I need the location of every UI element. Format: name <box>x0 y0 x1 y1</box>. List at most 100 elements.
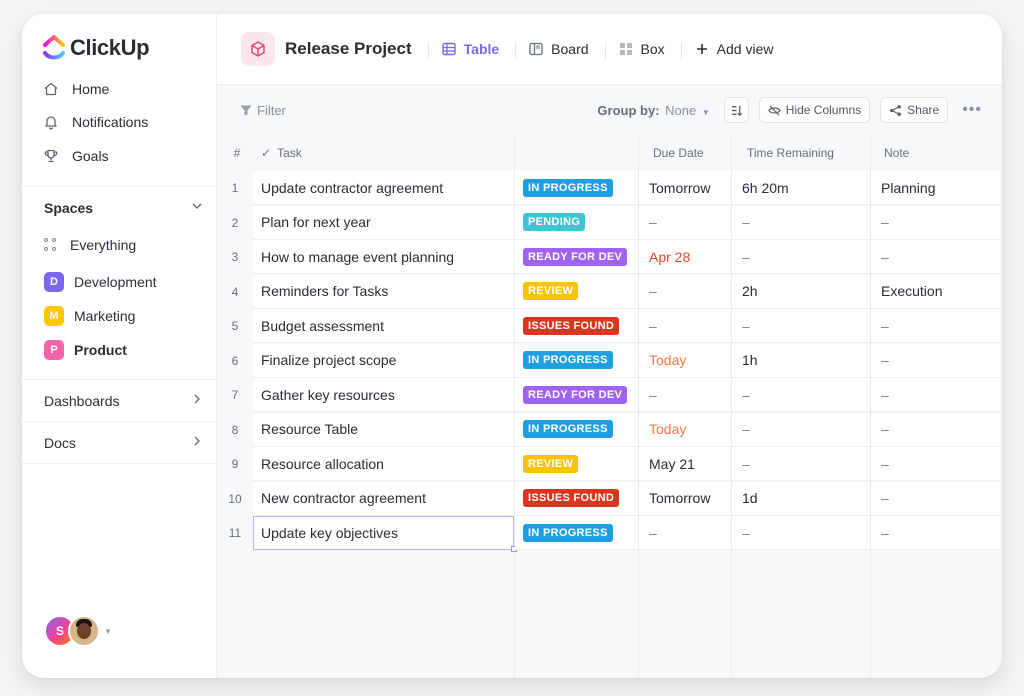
time-remaining-cell[interactable]: – <box>732 205 870 240</box>
task-cell[interactable]: Finalize project scope <box>253 343 514 378</box>
chevron-down-icon[interactable] <box>190 199 204 216</box>
time-remaining-cell[interactable]: 6h 20m <box>732 171 870 205</box>
sort-button[interactable] <box>723 97 749 123</box>
space-development[interactable]: D Development <box>44 272 157 292</box>
due-date-cell[interactable]: Apr 28 <box>639 240 731 274</box>
note-cell[interactable]: – <box>871 412 1000 447</box>
space-marketing[interactable]: M Marketing <box>44 306 135 326</box>
table-row[interactable]: 4 Reminders for Tasks REVIEW – 2h Execution <box>217 274 1002 309</box>
note-cell[interactable]: Execution <box>871 274 1000 309</box>
add-view-button[interactable]: Add view <box>680 41 773 60</box>
time-remaining-cell[interactable]: – <box>732 309 870 343</box>
task-cell[interactable]: Resource allocation <box>253 447 514 481</box>
status-badge[interactable]: IN PROGRESS <box>523 523 613 542</box>
table-row[interactable]: 1 Update contractor agreement IN PROGRESS T… <box>217 171 1002 205</box>
time-remaining-cell[interactable]: – <box>732 378 870 412</box>
status-cell[interactable]: ISSUES FOUND <box>515 309 638 343</box>
time-remaining-cell[interactable]: – <box>732 412 870 447</box>
table-row[interactable]: 11 Update key objectives IN PROGRESS – – – <box>217 516 1002 552</box>
table-row[interactable]: 3 How to manage event planning READY FOR D… <box>217 240 1002 274</box>
task-cell[interactable]: New contractor agreement <box>253 481 514 516</box>
sidebar-docs[interactable]: Docs <box>44 434 204 451</box>
due-date-cell[interactable]: May 21 <box>639 447 731 481</box>
column-header-due-date[interactable]: Due Date <box>653 135 704 171</box>
note-cell[interactable]: – <box>871 240 1000 274</box>
due-date-cell[interactable]: Tomorrow <box>639 481 731 516</box>
time-remaining-cell[interactable]: 2h <box>732 274 870 309</box>
note-cell[interactable]: – <box>871 309 1000 343</box>
due-date-cell[interactable]: – <box>639 274 731 309</box>
table-row[interactable]: 10 New contractor agreement ISSUES FOUND To… <box>217 481 1002 516</box>
status-cell[interactable]: IN PROGRESS <box>515 343 638 378</box>
table-row[interactable]: 7 Gather key resources READY FOR DEV – – – <box>217 378 1002 412</box>
due-date-cell[interactable]: – <box>639 378 731 412</box>
nav-notifications[interactable]: Notifications <box>42 113 148 131</box>
note-cell[interactable]: – <box>871 205 1000 240</box>
time-remaining-cell[interactable]: – <box>732 516 870 550</box>
note-cell[interactable]: – <box>871 481 1000 516</box>
nav-goals[interactable]: Goals <box>42 147 109 165</box>
status-badge[interactable]: READY FOR DEV <box>523 385 628 404</box>
table-row[interactable]: 6 Finalize project scope IN PROGRESS Today 1… <box>217 343 1002 378</box>
note-cell[interactable]: – <box>871 343 1000 378</box>
due-date-cell[interactable]: – <box>639 309 731 343</box>
status-badge[interactable]: IN PROGRESS <box>523 420 613 438</box>
note-cell[interactable]: – <box>871 516 1000 550</box>
status-cell[interactable]: READY FOR DEV <box>515 240 638 274</box>
spaces-header[interactable]: Spaces <box>44 199 204 216</box>
task-cell[interactable]: Budget assessment <box>253 309 514 343</box>
task-cell[interactable]: Reminders for Tasks <box>253 274 514 309</box>
task-cell[interactable]: Gather key resources <box>253 378 514 412</box>
task-cell[interactable]: Plan for next year <box>253 205 514 240</box>
space-everything[interactable]: Everything <box>44 237 136 253</box>
filter-button[interactable]: Filter <box>239 103 286 118</box>
status-badge[interactable]: ISSUES FOUND <box>523 316 620 335</box>
due-date-cell[interactable]: Today <box>639 412 731 447</box>
task-cell[interactable]: Update contractor agreement <box>253 171 514 205</box>
column-header-time-remaining[interactable]: Time Remaining <box>747 135 834 171</box>
status-badge[interactable]: IN PROGRESS <box>523 351 613 369</box>
column-header-task[interactable]: ✓ Task <box>261 135 302 171</box>
status-cell[interactable]: READY FOR DEV <box>515 378 638 412</box>
time-remaining-cell[interactable]: – <box>732 240 870 274</box>
time-remaining-cell[interactable]: 1h <box>732 343 870 378</box>
status-badge[interactable]: REVIEW <box>523 454 579 473</box>
status-cell[interactable]: IN PROGRESS <box>515 171 638 205</box>
note-cell[interactable]: – <box>871 447 1000 481</box>
table-row[interactable]: 2 Plan for next year PENDING – – – <box>217 205 1002 240</box>
clickup-logo[interactable]: ClickUp <box>42 34 150 62</box>
nav-home[interactable]: Home <box>42 80 109 98</box>
status-badge[interactable]: IN PROGRESS <box>523 178 613 197</box>
sidebar-dashboards[interactable]: Dashboards <box>44 392 204 409</box>
user-menu[interactable]: S ▼ <box>44 615 112 647</box>
caret-down-icon[interactable]: ▼ <box>104 627 112 636</box>
table-row[interactable]: 8 Resource Table IN PROGRESS Today – – <box>217 412 1002 447</box>
due-date-cell[interactable]: – <box>639 205 731 240</box>
status-badge[interactable]: READY FOR DEV <box>523 247 628 266</box>
tab-board[interactable]: Board <box>515 41 589 60</box>
note-cell[interactable]: Planning <box>871 171 1000 205</box>
status-cell[interactable]: IN PROGRESS <box>515 412 638 447</box>
status-cell[interactable]: REVIEW <box>515 447 638 481</box>
note-cell[interactable]: – <box>871 378 1000 412</box>
status-cell[interactable]: REVIEW <box>515 274 638 309</box>
task-cell[interactable]: Resource Table <box>253 412 514 447</box>
space-product[interactable]: P Product <box>44 340 127 360</box>
time-remaining-cell[interactable]: – <box>732 447 870 481</box>
table-row[interactable]: 9 Resource allocation REVIEW May 21 – – <box>217 447 1002 481</box>
status-cell[interactable]: PENDING <box>515 205 638 240</box>
status-cell[interactable]: ISSUES FOUND <box>515 481 638 516</box>
group-by-selector[interactable]: Group by: None ▼ <box>597 103 709 118</box>
share-button[interactable]: Share <box>880 97 949 123</box>
status-badge[interactable]: REVIEW <box>523 282 579 300</box>
tab-box[interactable]: Box <box>604 41 665 60</box>
status-badge[interactable]: ISSUES FOUND <box>523 489 620 507</box>
time-remaining-cell[interactable]: 1d <box>732 481 870 516</box>
task-cell[interactable]: Update key objectives <box>253 516 517 552</box>
due-date-cell[interactable]: Tomorrow <box>639 171 731 205</box>
column-header-note[interactable]: Note <box>884 135 909 171</box>
more-options-icon[interactable]: ••• <box>962 101 982 119</box>
status-badge[interactable]: PENDING <box>523 213 586 231</box>
hide-columns-button[interactable]: Hide Columns <box>758 97 871 123</box>
due-date-cell[interactable]: Today <box>639 343 731 378</box>
